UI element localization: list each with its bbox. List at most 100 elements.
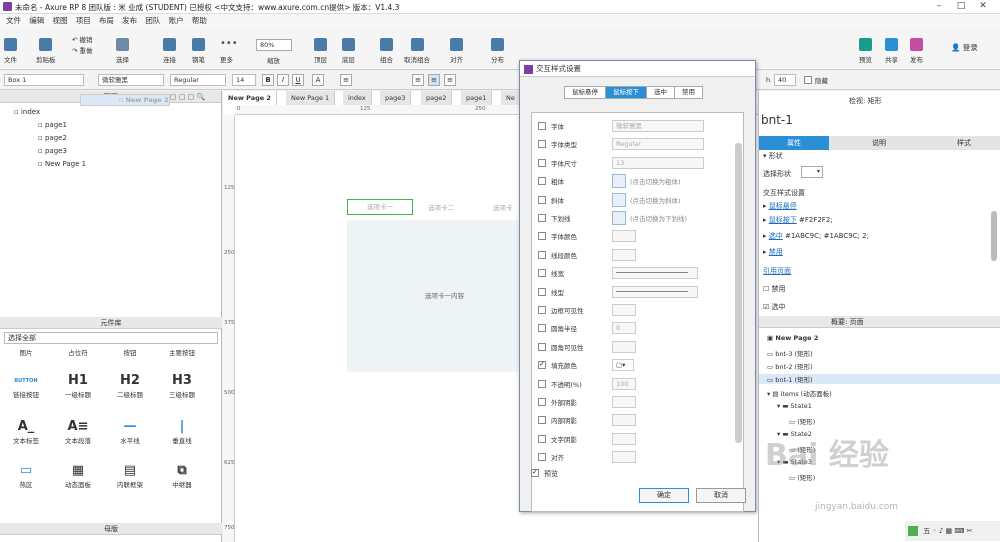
lib-image[interactable]: 图片	[0, 347, 52, 357]
lib-h2[interactable]: H2 二级标题	[104, 373, 156, 399]
dialog-tab-mousedown[interactable]: 鼠标按下	[606, 87, 647, 98]
select-shape-dropdown[interactable]: ▾	[801, 166, 823, 178]
style-row-value[interactable]	[612, 414, 636, 427]
undo-button[interactable]: ↶ 撤销	[72, 34, 93, 44]
style-row-checkbox[interactable]	[538, 177, 546, 186]
preview-checkbox[interactable]	[531, 468, 539, 477]
clipboard-tool[interactable]: 剪贴板	[36, 38, 56, 64]
canvas-tab-page3[interactable]: page3	[380, 91, 412, 105]
selected-checkbox-row[interactable]: ☑ 选中	[763, 302, 786, 312]
menu-file[interactable]: 文件	[6, 14, 21, 28]
style-row-checkbox[interactable]	[538, 214, 546, 222]
lib-h1[interactable]: H1 一级标题	[52, 373, 104, 399]
select-tool[interactable]: 选择	[116, 38, 129, 64]
style-row-checkbox[interactable]	[538, 287, 546, 296]
canvas-tab-more[interactable]: Ne	[501, 91, 521, 105]
page-item-new-page-2[interactable]: ▫ New Page 2	[80, 94, 170, 106]
dialog-scrollbar[interactable]	[735, 143, 742, 443]
ok-button[interactable]: 确定	[639, 488, 689, 503]
dialog-tab-selected[interactable]: 选中	[647, 87, 675, 98]
style-row-checkbox[interactable]	[538, 122, 546, 130]
style-toggle-button[interactable]	[612, 174, 626, 189]
disabled-checkbox-row[interactable]: ☐ 禁用	[763, 284, 786, 294]
menu-help[interactable]: 帮助	[192, 14, 207, 28]
canvas-tab-page1[interactable]: page1	[461, 91, 493, 105]
menu-layout[interactable]: 布局	[99, 14, 114, 28]
hidden-checkbox[interactable]	[804, 76, 812, 84]
style-row-checkbox[interactable]	[538, 250, 546, 259]
lib-h3[interactable]: H3 三级标题	[156, 373, 208, 399]
canvas-tab-index[interactable]: index	[343, 91, 372, 105]
maximize-button[interactable]: □	[952, 1, 970, 12]
canvas-tab-new-page-1[interactable]: New Page 1	[286, 91, 336, 105]
style-row-value[interactable]	[612, 267, 698, 280]
lib-placeholder[interactable]: 占位符	[52, 347, 104, 357]
style-row-checkbox[interactable]	[538, 416, 546, 425]
outline-item-selected[interactable]: ▭ bnt-1 (矩形)	[759, 374, 1000, 384]
tab-widget-three[interactable]: 选项卡	[493, 202, 513, 212]
disabled-style-link[interactable]: ▸ 禁用	[763, 247, 783, 257]
minimize-button[interactable]: –	[930, 1, 948, 12]
style-row-value[interactable]: 100	[612, 377, 636, 390]
style-row-value[interactable]	[612, 340, 636, 353]
canvas-tab-new-page-2[interactable]: New Page 2	[223, 91, 277, 105]
canvas-tab-page2[interactable]: page2	[421, 91, 453, 105]
page-item-page3[interactable]: ▫ page3	[0, 145, 221, 158]
font-size-select[interactable]: 14	[232, 74, 256, 86]
cancel-button[interactable]: 取消	[696, 488, 746, 503]
lib-vertical-line[interactable]: | 垂直线	[156, 419, 208, 445]
pen-tool[interactable]: 钢笔	[192, 38, 205, 64]
send-back-tool[interactable]: 底层	[342, 38, 355, 64]
inspector-tab-properties[interactable]: 属性	[759, 136, 829, 150]
outline-item[interactable]: ▭ bnt-3 (矩形)	[767, 348, 813, 358]
close-button[interactable]: ✕	[974, 1, 992, 12]
lib-inline-frame[interactable]: ▤ 内联框架	[104, 463, 156, 489]
library-filter-select[interactable]: 选择全部	[4, 332, 218, 344]
lib-text-label[interactable]: A_ 文本标签	[0, 419, 52, 445]
dialog-tab-hover[interactable]: 鼠标悬停	[565, 87, 606, 98]
outline-item[interactable]: ▭ bnt-2 (矩形)	[767, 361, 813, 371]
align-tool[interactable]: 对齐	[450, 38, 463, 64]
menu-project[interactable]: 项目	[76, 14, 91, 28]
lib-link-button[interactable]: BUTTON 链接按钮	[0, 373, 52, 399]
page-tree-root[interactable]: ▫ index	[0, 106, 221, 119]
lib-hotspot[interactable]: ▭ 热区	[0, 463, 52, 489]
font-style-select[interactable]: Regular	[170, 74, 226, 86]
style-row-value[interactable]	[612, 285, 698, 298]
style-toggle-button[interactable]	[612, 192, 626, 207]
login-button[interactable]: 👤 登录	[951, 42, 978, 53]
style-row-value[interactable]	[612, 304, 636, 316]
group-tool[interactable]: 组合	[380, 38, 393, 64]
style-row-value[interactable]: 0	[612, 322, 636, 335]
style-row-value[interactable]: ▢▾	[612, 359, 634, 372]
outline-state1[interactable]: ▾ ▬ State1	[777, 402, 812, 410]
inspector-tab-notes[interactable]: 说明	[844, 136, 914, 150]
selected-style-link[interactable]: ▸ 选中 #1ABC9C; #1ABC9C; 2;	[763, 231, 869, 241]
reference-page-link[interactable]: 引用页面	[763, 266, 791, 276]
style-row-checkbox[interactable]	[538, 324, 546, 333]
font-color-button[interactable]: A	[312, 74, 324, 86]
inspector-scrollbar[interactable]	[991, 211, 997, 261]
tab-widget-one[interactable]: 选项卡一	[347, 199, 413, 215]
style-row-checkbox[interactable]	[538, 232, 546, 241]
preview-tool[interactable]: 预览	[859, 38, 872, 64]
italic-button[interactable]: I	[277, 74, 289, 86]
outline-page-node[interactable]: ▣ New Page 2	[767, 334, 818, 342]
lib-button[interactable]: 按钮	[104, 347, 156, 357]
lib-primary-button[interactable]: 主要按钮	[156, 347, 208, 357]
zoom-select[interactable]: 80%	[256, 39, 292, 51]
share-tool[interactable]: 共享	[885, 38, 898, 64]
style-row-checkbox[interactable]	[538, 140, 546, 149]
font-family-select[interactable]: 微软雅黑	[98, 74, 164, 86]
menu-team[interactable]: 团队	[145, 14, 160, 28]
distribute-tool[interactable]: 分布	[491, 38, 504, 64]
lib-repeater[interactable]: ⧉ 中继器	[156, 463, 208, 489]
inspector-tab-style[interactable]: 样式	[929, 136, 999, 150]
menu-publish[interactable]: 发布	[122, 14, 137, 28]
align-center-button[interactable]: ≡	[428, 74, 440, 86]
style-row-value[interactable]: 微软雅黑	[612, 120, 704, 132]
widget-type-select[interactable]: Box 1	[4, 74, 84, 86]
menu-view[interactable]: 视图	[52, 14, 67, 28]
style-row-value[interactable]	[612, 248, 636, 261]
style-row-value[interactable]	[612, 432, 636, 445]
